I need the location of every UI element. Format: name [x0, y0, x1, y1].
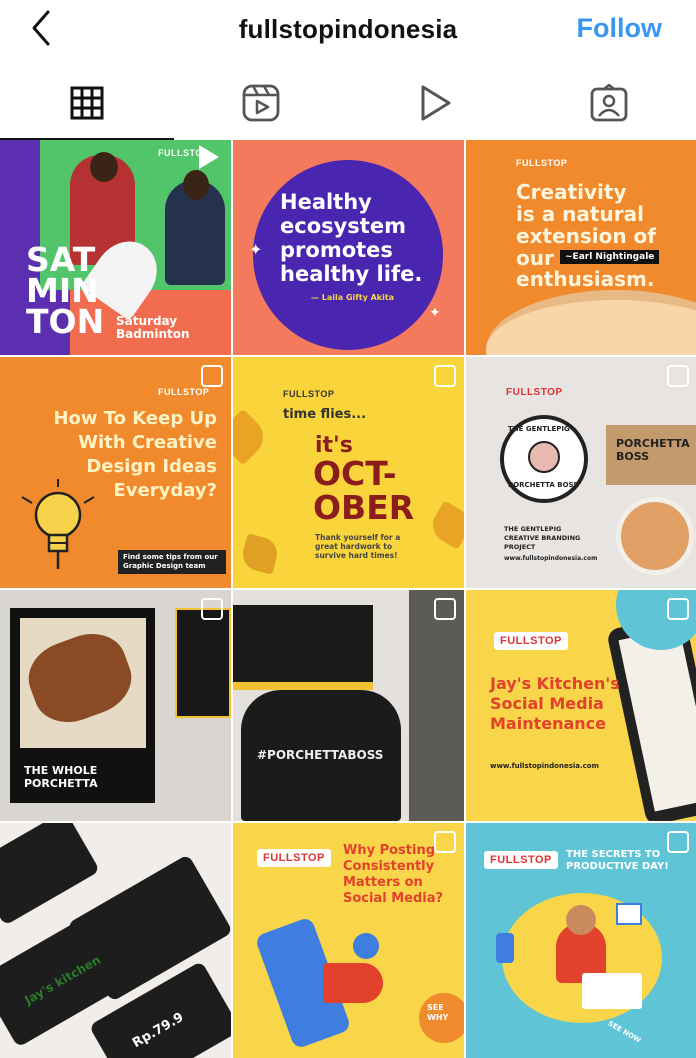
brand-logo-text: FULLSTOP — [494, 632, 568, 650]
tab-videos[interactable] — [348, 66, 522, 140]
laptop-illustration — [582, 973, 642, 1009]
phone-icon — [496, 933, 514, 963]
brand-logo-text: FULLSTOP — [484, 851, 558, 869]
tab-reels[interactable] — [174, 66, 348, 140]
pig-icon — [528, 441, 560, 473]
tagged-person-icon — [590, 84, 628, 122]
like-badge — [353, 933, 379, 959]
post-heading: THE SECRETS TO PRODUCTIVE DAY! — [566, 849, 669, 872]
project-url: www.fullstopindonesia.com — [504, 555, 598, 562]
person-head — [566, 905, 596, 935]
quote-line-2: is a natural — [516, 202, 644, 226]
post-small-text: time flies... — [283, 407, 367, 422]
post-url: www.fullstopindonesia.com — [490, 762, 599, 770]
post-subtitle: Saturday Badminton — [116, 314, 190, 341]
profile-tabs — [0, 66, 696, 140]
brand-logo-text: FULLSTOP — [257, 849, 331, 867]
quote-line-1: Creativity — [516, 180, 627, 204]
post-gentlepig-branding[interactable]: FULLSTOP THE GENTLEPIG PORCHETTA BOSS TH… — [466, 357, 696, 588]
food-bowl — [616, 497, 694, 575]
quote-author-tag: ~Earl Nightingale — [560, 250, 660, 264]
see-why-label: SEE WHY — [427, 1003, 449, 1022]
follow-button[interactable]: Follow — [577, 13, 662, 44]
brand-logo-text: FULLSTOP — [506, 387, 563, 398]
post-heading: Why Posting Consistently Matters on Soci… — [343, 843, 444, 906]
autumn-leaf — [426, 500, 464, 550]
brand-logo-text: FULLSTOP — [158, 148, 210, 158]
post-big-text: SAT MIN TON — [26, 240, 105, 341]
post-jays-kitchen-maintenance[interactable]: FULLSTOP Jay's Kitchen's Social Media Ma… — [466, 590, 696, 821]
carousel-icon — [667, 365, 689, 387]
carousel-icon — [667, 598, 689, 620]
reels-icon — [242, 84, 280, 122]
lightbulb-icon — [21, 479, 95, 569]
grid-icon — [70, 86, 104, 120]
tab-grid[interactable] — [0, 66, 174, 140]
menu-board — [233, 605, 373, 690]
quote-line-3: extension of — [516, 224, 656, 248]
cta-label: Find some tips from our Graphic Design t… — [118, 550, 226, 574]
quote-author: — Laila Gifty Akita — [311, 293, 395, 302]
brand-logo-text: FULLSTOP — [283, 389, 335, 399]
sparkle-icon: ✦ — [429, 304, 441, 320]
carousel-icon — [201, 598, 223, 620]
post-jays-kitchen-tablets[interactable]: Jay's kitchen Rp.79.9 — [0, 823, 231, 1058]
post-creativity-quote[interactable]: FULLSTOP Creativity is a natural extensi… — [466, 140, 696, 355]
megaphone-illustration — [323, 963, 383, 1003]
carousel-icon — [667, 831, 689, 853]
video-play-icon — [421, 85, 451, 121]
brand-logo-text: FULLSTOP — [158, 387, 210, 397]
post-whole-porchetta[interactable]: THE WHOLE PORCHETTA — [0, 590, 231, 821]
carousel-icon — [201, 365, 223, 387]
post-caption: Thank yourself for a great hardwork to s… — [315, 533, 401, 560]
quote-text: Healthy ecosystem promotes healthy life. — [280, 190, 423, 286]
shirt-text: #PORCHETTABOSS — [257, 748, 384, 762]
sparkle-icon: ✦ — [249, 242, 263, 259]
quote-line-5: enthusiasm. — [516, 267, 655, 291]
profile-header: fullstopindonesia Follow — [0, 0, 696, 60]
post-heading: Jay's Kitchen's Social Media Maintenance — [490, 674, 620, 733]
see-now-label: SEE NOW — [606, 1019, 643, 1045]
post-month-text: OCT- OBER — [313, 454, 415, 527]
posts-grid: FULLSTOP SAT MIN TON Saturday Badminton … — [0, 140, 696, 1058]
post-october[interactable]: FULLSTOP time flies... it's OCT- OBER Th… — [233, 357, 464, 588]
carousel-icon — [434, 598, 456, 620]
calendar-icon — [616, 903, 642, 925]
autumn-leaf — [233, 408, 272, 466]
brand-logo-text: FULLSTOP — [516, 158, 568, 168]
post-porchetta-shirt[interactable]: #PORCHETTABOSS — [233, 590, 464, 821]
post-creative-design-ideas[interactable]: FULLSTOP How To Keep Up With Creative De… — [0, 357, 231, 588]
carousel-icon — [434, 365, 456, 387]
paper-curl — [486, 290, 696, 355]
menu-board — [175, 608, 231, 718]
box-text: PORCHETTA BOSS — [616, 437, 690, 463]
tab-tagged[interactable] — [522, 66, 696, 140]
post-productive-day[interactable]: FULLSTOP THE SECRETS TO PRODUCTIVE DAY! … — [466, 823, 696, 1058]
badge-bottom-text: PORCHETTA BOSS — [508, 481, 579, 489]
tablet-1 — [0, 823, 101, 926]
badge-top-text: THE GENTLEPIG — [508, 425, 570, 433]
carousel-icon — [434, 831, 456, 853]
poster-caption: THE WHOLE PORCHETTA — [24, 764, 98, 790]
post-why-posting-consistently[interactable]: FULLSTOP Why Posting Consistently Matter… — [233, 823, 464, 1058]
autumn-leaf — [239, 533, 281, 575]
post-saturday-badminton[interactable]: FULLSTOP SAT MIN TON Saturday Badminton — [0, 140, 231, 355]
cafe-photo — [409, 590, 464, 821]
project-desc: THE GENTLEPIG CREATIVE BRANDING PROJECT — [504, 525, 581, 551]
post-healthy-ecosystem[interactable]: Healthy ecosystem promotes healthy life.… — [233, 140, 464, 355]
